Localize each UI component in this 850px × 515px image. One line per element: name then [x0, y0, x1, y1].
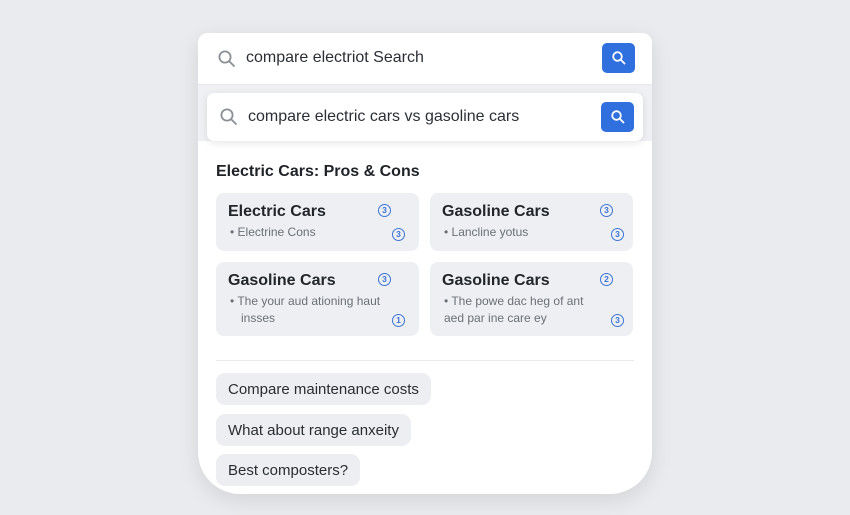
tile-title: Electric Cars: [228, 203, 326, 220]
results-title: Electric Cars: Pros & Cons: [216, 163, 420, 180]
citation-badge[interactable]: 3: [392, 228, 405, 241]
search-icon: [610, 110, 624, 124]
followup-chip[interactable]: Compare maintenance costs: [216, 373, 431, 405]
tile-title: Gasoline Cars: [442, 203, 550, 220]
result-tile[interactable]: Electric Cars • Electrine Cons 3 3: [216, 193, 419, 251]
tile-body: • The powe dac heg of ant: [444, 294, 584, 308]
citation-badge[interactable]: 3: [600, 204, 613, 217]
tile-body: • Lancline yotus: [444, 225, 529, 239]
tile-body: insses: [241, 311, 276, 325]
search-input[interactable]: compare electriot Search: [246, 49, 424, 67]
suggestion-search-button[interactable]: [601, 102, 634, 132]
suggestion-text[interactable]: compare electric cars vs gasoline cars: [248, 108, 519, 126]
tile-title: Gasoline Cars: [228, 272, 336, 289]
citation-badge[interactable]: 1: [392, 314, 405, 327]
search-icon: [611, 51, 625, 65]
search-suggestion[interactable]: compare electric cars vs gasoline cars: [207, 93, 643, 141]
search-bar[interactable]: compare electriot Search: [198, 33, 652, 85]
tile-body: • Electrine Cons: [230, 225, 316, 239]
tile-title: Gasoline Cars: [442, 272, 550, 289]
result-tile[interactable]: Gasoline Cars • Lancline yotus 3 3: [430, 193, 633, 251]
followup-chip[interactable]: What about range anxeity: [216, 414, 411, 446]
followup-chip[interactable]: Best composters?: [216, 454, 361, 486]
search-icon: [217, 49, 237, 69]
citation-badge[interactable]: 3: [611, 228, 624, 241]
citation-badge[interactable]: 3: [378, 204, 391, 217]
search-icon: [219, 107, 239, 127]
citation-badge[interactable]: 3: [611, 314, 624, 327]
search-button[interactable]: [602, 43, 635, 73]
result-tile[interactable]: Gasoline Cars • The powe dac heg of ant …: [430, 262, 633, 336]
result-tile[interactable]: Gasoline Cars • The your aud ationing ha…: [216, 262, 419, 336]
divider: [216, 360, 634, 361]
tile-body: aed par ine care ey: [444, 311, 547, 325]
search-panel: compare electriot Search compare electri…: [198, 33, 652, 494]
tile-body: • The your aud ationing haut: [230, 294, 381, 308]
citation-badge[interactable]: 3: [378, 273, 391, 286]
citation-badge[interactable]: 2: [600, 273, 613, 286]
